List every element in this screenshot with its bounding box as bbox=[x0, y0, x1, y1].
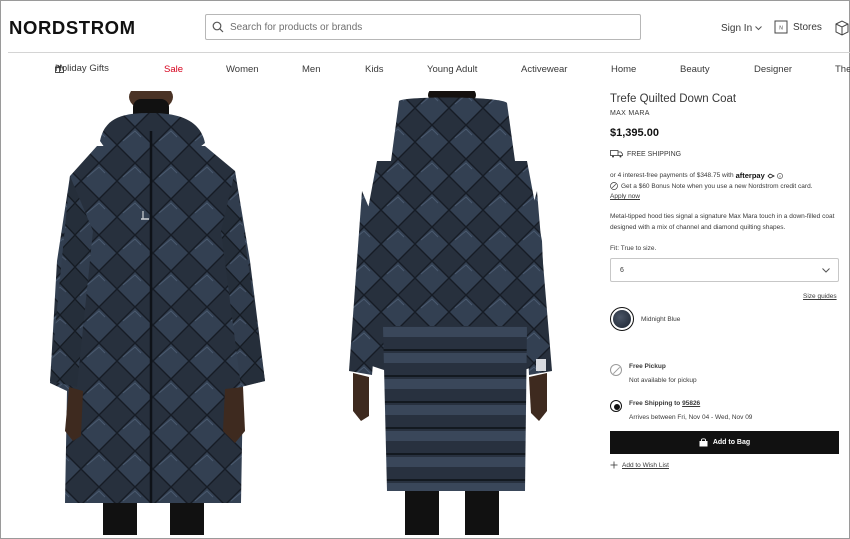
pickup-radio[interactable] bbox=[610, 364, 622, 376]
size-select[interactable]: 6 bbox=[610, 258, 839, 282]
bag-icon bbox=[699, 438, 708, 447]
nav-item-men[interactable]: Men bbox=[302, 64, 320, 75]
dollar-icon bbox=[610, 182, 618, 190]
nav-item-activewear[interactable]: Activewear bbox=[521, 64, 567, 75]
svg-text:N: N bbox=[779, 26, 783, 32]
shopping-bag-icon[interactable] bbox=[834, 20, 850, 41]
shipping-zip-link[interactable]: 95826 bbox=[682, 400, 700, 407]
pickup-title: Free Pickup bbox=[629, 363, 666, 370]
nordstrom-logo[interactable]: NORDSTROM bbox=[9, 17, 136, 39]
afterpay-arrows-icon bbox=[767, 173, 775, 178]
product-title: Trefe Quilted Down Coat bbox=[610, 93, 737, 105]
nav-item-sale[interactable]: Sale bbox=[164, 64, 183, 75]
size-guides-link[interactable]: Size guides bbox=[803, 293, 837, 300]
search-input[interactable] bbox=[230, 21, 630, 33]
truck-icon bbox=[610, 150, 623, 158]
product-image-front[interactable] bbox=[45, 91, 272, 535]
search-bar[interactable] bbox=[205, 14, 641, 40]
nav-item-kids[interactable]: Kids bbox=[365, 64, 383, 75]
afterpay-text: or 4 interest-free payments of $348.75 w… bbox=[610, 172, 734, 179]
fit-info: Fit: True to size. bbox=[610, 245, 656, 252]
shipping-title: Free Shipping to bbox=[629, 400, 681, 407]
nav-item-beauty[interactable]: Beauty bbox=[680, 64, 710, 75]
nav-item-the[interactable]: The bbox=[835, 64, 850, 75]
sign-in-menu[interactable]: Sign In bbox=[721, 23, 762, 34]
free-shipping-notice: FREE SHIPPING bbox=[610, 150, 681, 158]
color-name: Midnight Blue bbox=[641, 316, 681, 323]
bonus-note-text: Get a $60 Bonus Note when you use a new … bbox=[621, 182, 813, 190]
sign-in-label: Sign In bbox=[721, 23, 753, 34]
chevron-down-icon bbox=[755, 26, 762, 31]
apply-now-link[interactable]: Apply now bbox=[610, 193, 640, 200]
afterpay-notice: or 4 interest-free payments of $348.75 w… bbox=[610, 171, 783, 180]
main-nav: Holiday Gifts Sale Women Men Kids Young … bbox=[0, 63, 850, 78]
fit-label: Fit: bbox=[610, 245, 620, 252]
pickup-subtitle: Not available for pickup bbox=[629, 377, 697, 384]
product-description: Metal-tipped hood ties signal a signatur… bbox=[610, 213, 835, 231]
add-to-bag-button[interactable]: Add to Bag bbox=[610, 431, 839, 454]
nav-item-holiday-gifts[interactable]: Holiday Gifts bbox=[55, 63, 109, 74]
plus-icon bbox=[610, 461, 618, 469]
search-icon bbox=[212, 21, 224, 33]
shipping-radio[interactable] bbox=[610, 400, 622, 412]
nav-label: Holiday Gifts bbox=[55, 63, 109, 74]
product-brand[interactable]: MAX MARA bbox=[610, 110, 650, 117]
store-icon: N bbox=[774, 20, 788, 34]
add-to-wishlist-link[interactable]: Add to Wish List bbox=[610, 461, 669, 469]
free-shipping-label: FREE SHIPPING bbox=[627, 150, 682, 158]
fit-value: True to size. bbox=[620, 245, 657, 252]
size-selected-value: 6 bbox=[620, 266, 624, 274]
swatch-fill bbox=[613, 310, 631, 328]
color-swatch-midnight-blue[interactable] bbox=[610, 307, 634, 331]
nav-item-designer[interactable]: Designer bbox=[754, 64, 792, 75]
add-to-wishlist-label: Add to Wish List bbox=[622, 461, 669, 469]
nav-item-women[interactable]: Women bbox=[226, 64, 259, 75]
afterpay-logo: afterpay bbox=[735, 171, 765, 180]
add-to-bag-label: Add to Bag bbox=[712, 439, 751, 446]
stores-label: Stores bbox=[793, 21, 822, 33]
stores-link[interactable]: N Stores bbox=[774, 20, 822, 34]
header-divider bbox=[8, 52, 850, 53]
product-image-back[interactable] bbox=[347, 91, 557, 535]
info-icon[interactable] bbox=[776, 172, 783, 179]
product-price: $1,395.00 bbox=[610, 127, 659, 139]
bonus-note: Get a $60 Bonus Note when you use a new … bbox=[610, 182, 813, 190]
chevron-down-icon bbox=[822, 267, 830, 273]
shipping-option: Free Shipping to 95826 bbox=[629, 400, 700, 407]
shipping-arrival: Arrives between Fri, Nov 04 - Wed, Nov 0… bbox=[629, 414, 753, 421]
nav-item-young-adult[interactable]: Young Adult bbox=[427, 64, 477, 75]
nav-item-home[interactable]: Home bbox=[611, 64, 636, 75]
